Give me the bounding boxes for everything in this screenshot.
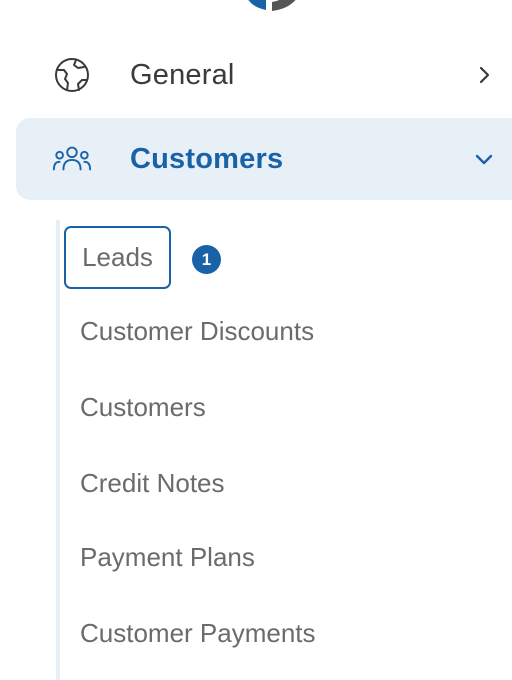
leads-count-badge: 1 (192, 245, 221, 274)
submenu-item-payment-plans[interactable]: Payment Plans (80, 542, 255, 573)
sidebar-nav: General Customers Leads 1 Customer Disco… (0, 0, 512, 680)
users-icon (52, 139, 92, 179)
submenu-rail (56, 220, 60, 680)
nav-label-general: General (130, 58, 235, 91)
submenu-item-leads-label: Leads (82, 242, 153, 272)
chevron-right-icon (474, 65, 494, 85)
chevron-down-icon (474, 149, 494, 169)
logo-icon (248, 0, 296, 11)
nav-item-general[interactable]: General (16, 34, 512, 116)
submenu-item-customer-payments[interactable]: Customer Payments (80, 618, 316, 649)
submenu-item-leads[interactable]: Leads (64, 226, 171, 289)
nav-item-customers[interactable]: Customers (16, 118, 512, 200)
submenu-item-credit-notes[interactable]: Credit Notes (80, 468, 225, 499)
submenu-item-customer-discounts[interactable]: Customer Discounts (80, 316, 314, 347)
nav-label-customers: Customers (130, 142, 284, 175)
submenu-item-customers[interactable]: Customers (80, 392, 206, 423)
globe-icon (52, 55, 92, 95)
